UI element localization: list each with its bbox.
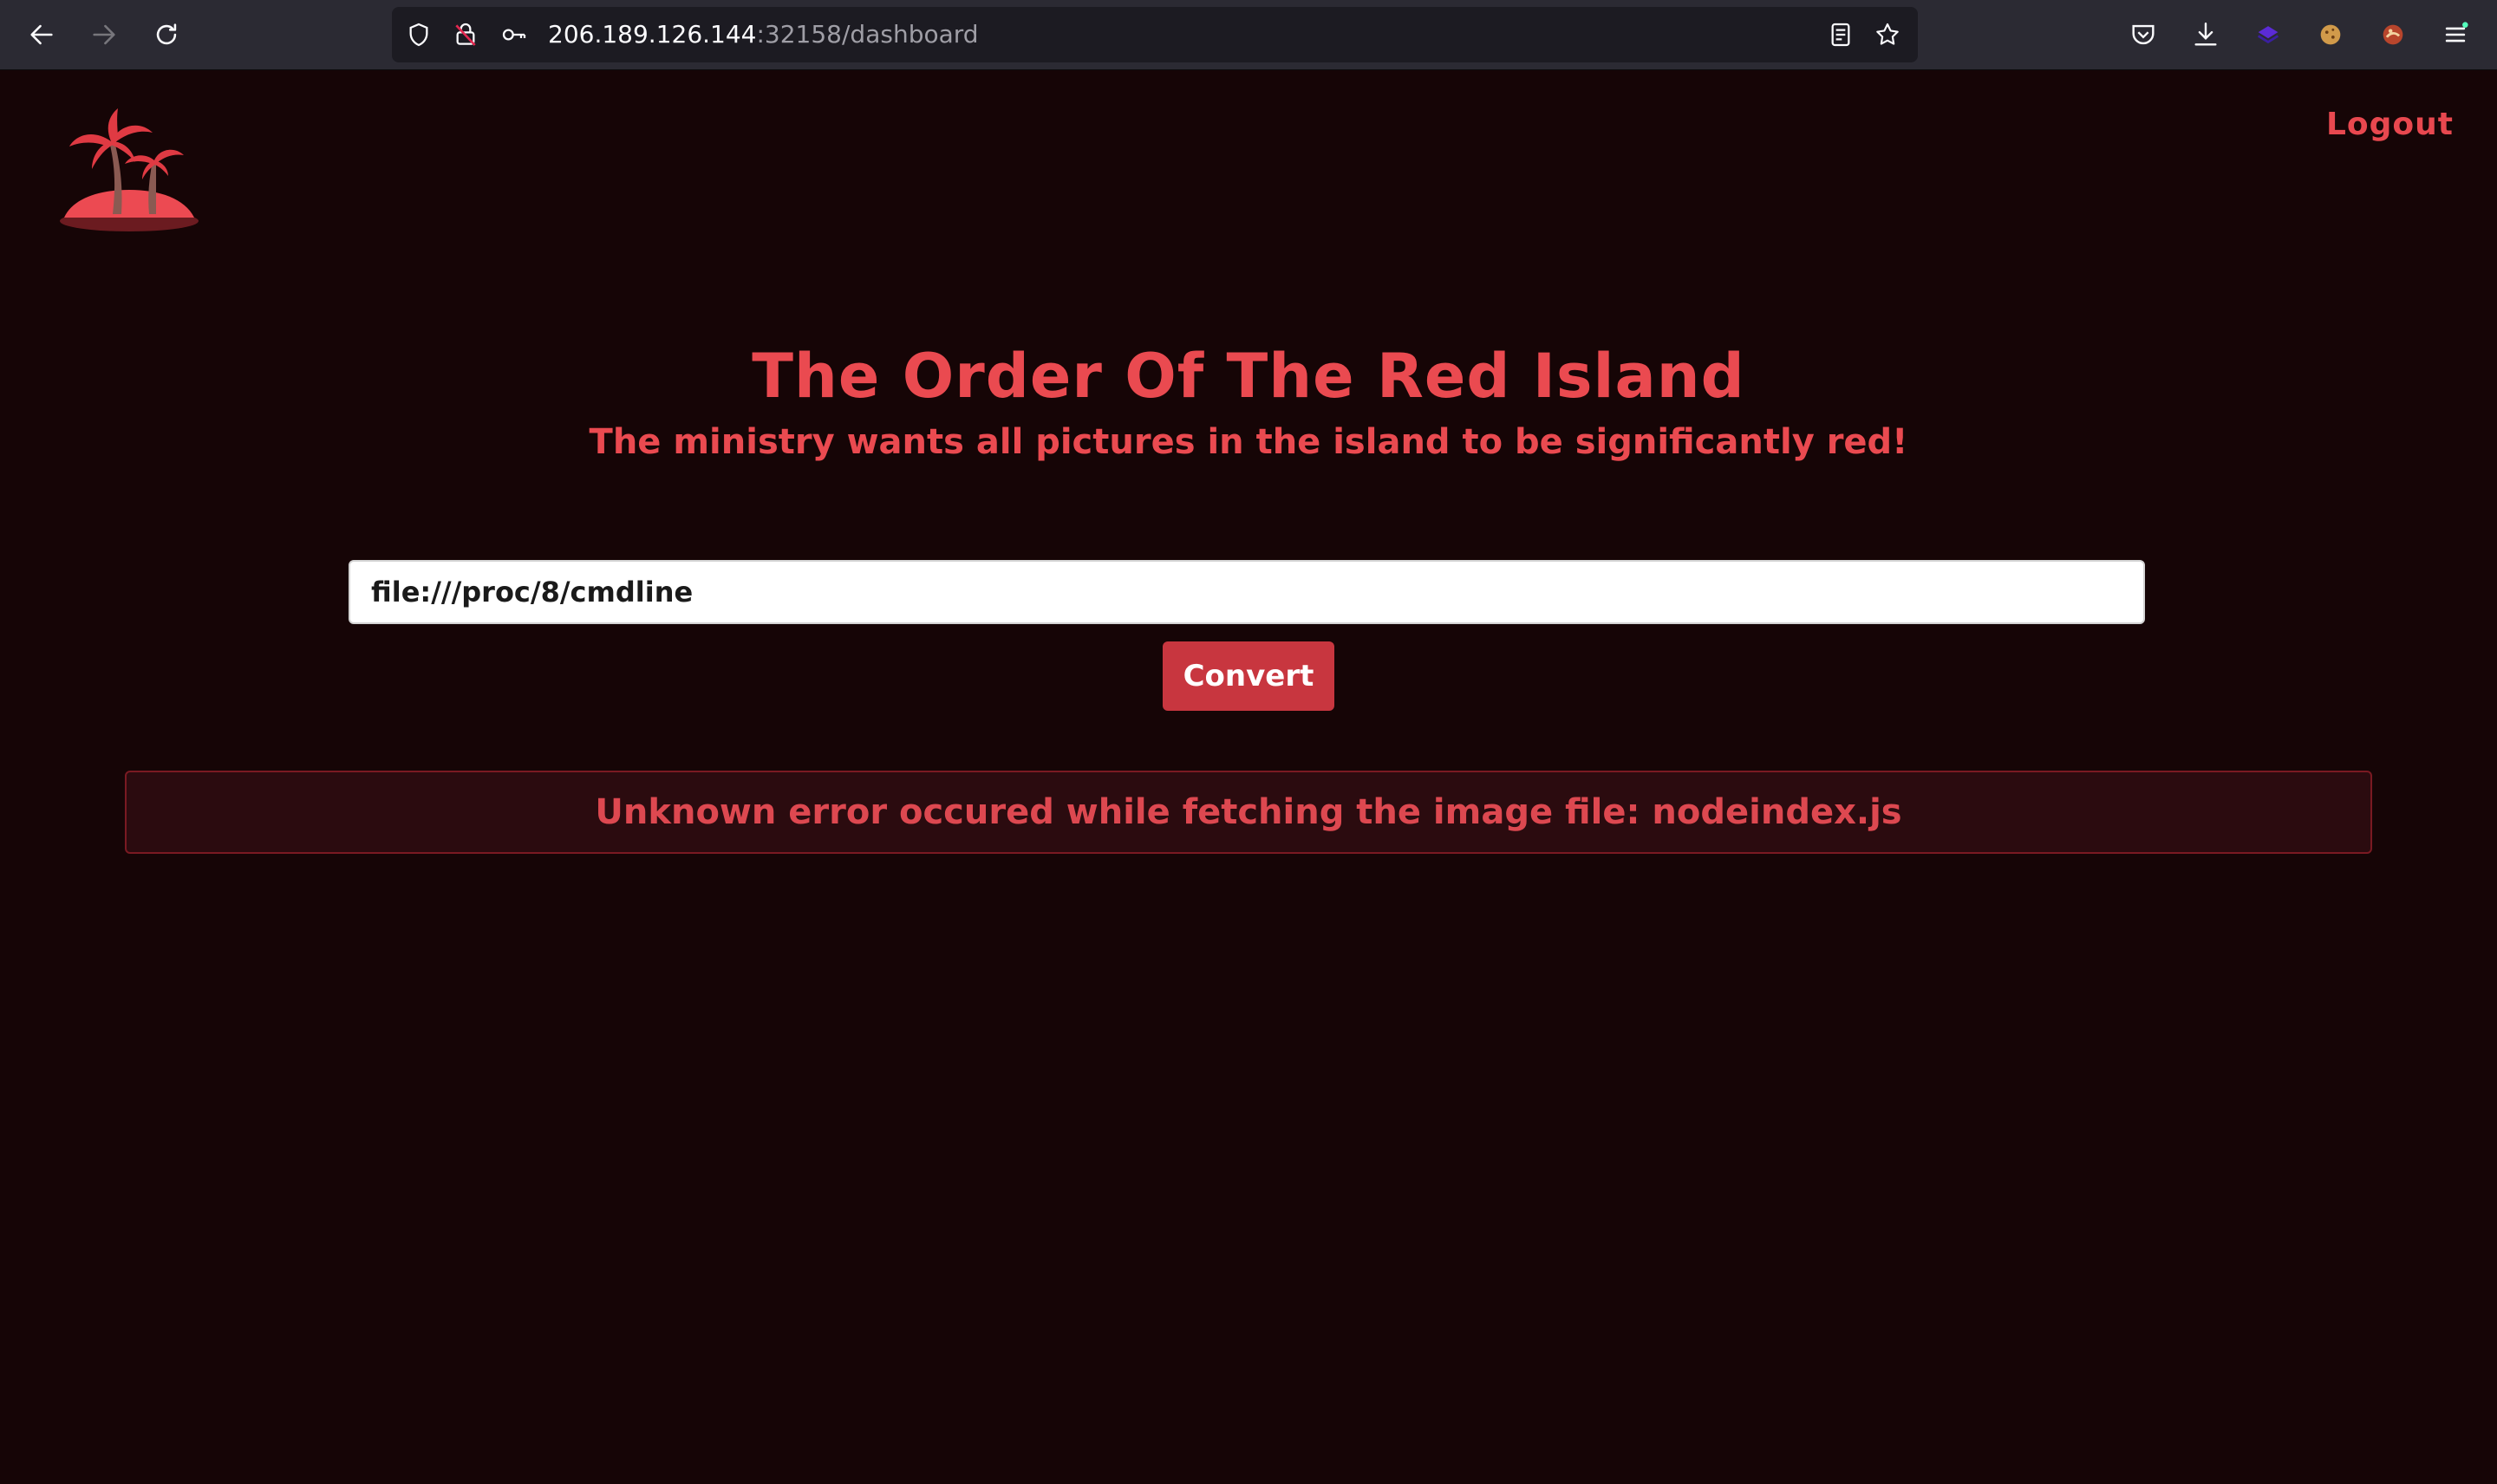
star-icon[interactable] <box>1873 20 1902 49</box>
address-bar[interactable]: 206.189.126.144:32158/dashboard <box>392 7 1918 62</box>
error-alert: Unknown error occured while fetching the… <box>125 771 2372 854</box>
browser-toolbar: 206.189.126.144:32158/dashboard <box>0 0 2497 70</box>
pocket-icon[interactable] <box>2126 17 2161 52</box>
cookie-icon[interactable] <box>2313 17 2348 52</box>
error-message: Unknown error occured while fetching the… <box>595 792 1902 832</box>
reload-button[interactable] <box>146 14 187 55</box>
reload-icon <box>156 23 177 45</box>
convert-button[interactable]: Convert <box>1163 641 1334 711</box>
forward-arrow-icon <box>93 24 115 45</box>
forward-button[interactable] <box>83 14 125 55</box>
palm-island-logo[interactable] <box>57 107 201 245</box>
page-title: The Order Of The Red Island <box>752 341 1745 412</box>
key-icon[interactable] <box>499 20 529 49</box>
back-button[interactable] <box>21 14 62 55</box>
back-arrow-icon <box>30 24 53 45</box>
hamburger-menu-icon[interactable] <box>2438 17 2473 52</box>
url-path: :32158/dashboard <box>756 20 979 49</box>
logout-link[interactable]: Logout <box>2326 107 2454 142</box>
extension-icon[interactable] <box>2251 17 2285 52</box>
shield-icon[interactable] <box>404 20 434 49</box>
image-url-input[interactable] <box>349 560 2145 624</box>
dashboard-page: Logout The Order Of The Red Island The m… <box>0 70 2497 1484</box>
reader-view-icon[interactable] <box>1826 20 1855 49</box>
url-text[interactable]: 206.189.126.144:32158/dashboard <box>548 21 979 49</box>
page-subtitle: The ministry wants all pictures in the i… <box>589 422 1908 462</box>
url-host: 206.189.126.144 <box>548 20 757 49</box>
extension-icon[interactable] <box>2376 17 2410 52</box>
insecure-lock-icon[interactable] <box>451 20 480 49</box>
download-icon[interactable] <box>2188 17 2223 52</box>
